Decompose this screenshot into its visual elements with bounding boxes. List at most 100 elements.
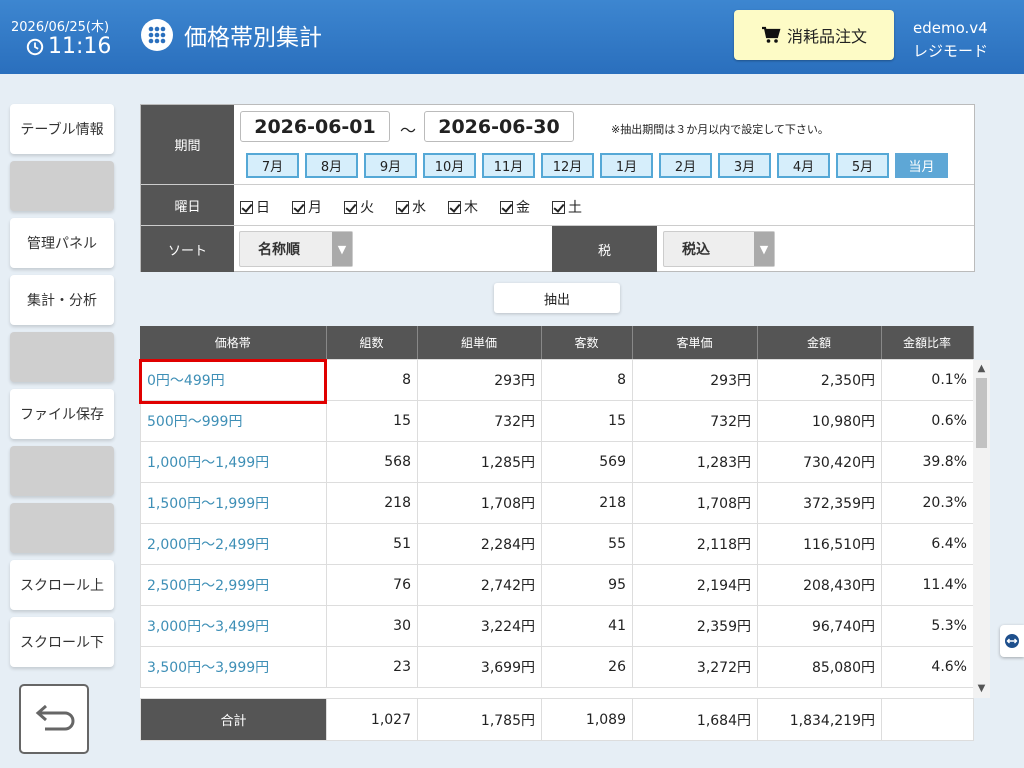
total-row: 合計 1,027 1,785円 1,089 1,684円 1,834,219円 [140,698,974,741]
weekday-checkbox-thu[interactable]: 木 [448,197,478,217]
checkbox-icon [552,200,565,214]
chevron-down-icon[interactable]: ▼ [973,682,990,696]
table-scrollbar[interactable]: ▲ ▼ [973,360,990,698]
order-supplies-button[interactable]: 消耗品注文 [734,10,894,60]
current-time: 11:16 [26,34,111,59]
month-button-current[interactable]: 当月 [895,153,948,178]
sidebar-item-blank-1 [10,161,114,211]
col-header-groups: 組数 [326,326,418,359]
month-button-11[interactable]: 11月 [482,153,535,178]
sort-value: 名称順 [258,242,300,258]
month-button-4[interactable]: 4月 [777,153,830,178]
weekday-checkbox-mon[interactable]: 月 [292,197,322,217]
start-date-field[interactable]: 2026-06-01 [240,111,390,142]
cell-customers: 95 [541,564,633,606]
price-band-link[interactable]: 1,500円～1,999円 [140,482,327,524]
cell-customers: 8 [541,359,633,401]
month-button-3[interactable]: 3月 [718,153,771,178]
cell-customer-unit-price: 1,708円 [632,482,758,524]
cell-customer-unit-price: 293円 [632,359,758,401]
total-label: 合計 [140,698,327,741]
month-button-12[interactable]: 12月 [541,153,594,178]
cell-customers: 26 [541,646,633,688]
cell-groups: 51 [326,523,418,565]
col-header-price-band: 価格帯 [140,326,327,359]
total-groups: 1,027 [326,698,418,741]
col-header-amount-ratio: 金額比率 [881,326,974,359]
filter-panel: 期間 2026-06-01 ～ 2026-06-30 ※抽出期間は３か月以内で設… [140,104,975,272]
cell-group-unit-price: 3,224円 [417,605,542,647]
cell-amount-ratio: 39.8% [881,441,973,483]
month-button-1[interactable]: 1月 [600,153,653,178]
weekday-text: 木 [464,200,478,216]
cell-group-unit-price: 2,284円 [417,523,542,565]
side-tab-button[interactable] [1000,625,1024,657]
chevron-up-icon[interactable]: ▲ [973,362,990,376]
cart-icon [761,26,781,43]
current-date: 2026/06/25(木) [11,20,110,35]
month-button-2[interactable]: 2月 [659,153,712,178]
sidebar-item-analysis[interactable]: 集計・分析 [10,275,114,325]
cell-amount: 85,080円 [757,646,882,688]
return-arrow-icon [35,704,75,731]
table-row: 0円～499円 8 293円 8 293円 2,350円 0.1% [140,359,973,401]
cell-group-unit-price: 3,699円 [417,646,542,688]
sort-select[interactable]: 名称順 ▼ [239,231,353,267]
month-button-9[interactable]: 9月 [364,153,417,178]
price-band-link[interactable]: 500円～999円 [140,400,327,442]
cell-customers: 218 [541,482,633,524]
tax-select[interactable]: 税込 ▼ [663,231,775,267]
back-button[interactable] [19,684,89,754]
cell-groups: 568 [326,441,418,483]
sidebar-item-blank-4 [10,503,114,553]
weekday-checkbox-sun[interactable]: 日 [240,197,270,217]
cell-customers: 55 [541,523,633,565]
cell-customers: 569 [541,441,633,483]
sidebar-item-table-info[interactable]: テーブル情報 [10,104,114,154]
mode-label: レジモード [913,42,989,60]
price-band-link[interactable]: 3,000円～3,499円 [140,605,327,647]
weekday-checkbox-wed[interactable]: 水 [396,197,426,217]
sidebar-item-file-save[interactable]: ファイル保存 [10,389,114,439]
cell-amount-ratio: 5.3% [881,605,973,647]
cell-groups: 76 [326,564,418,606]
cell-groups: 30 [326,605,418,647]
table-row: 2,500円～2,999円 76 2,742円 95 2,194円 208,43… [140,564,973,606]
month-button-8[interactable]: 8月 [305,153,358,178]
extract-button[interactable]: 抽出 [494,283,620,313]
month-button-10[interactable]: 10月 [423,153,476,178]
table-row: 1,000円～1,499円 568 1,285円 569 1,283円 730,… [140,441,973,483]
month-button-5[interactable]: 5月 [836,153,889,178]
sidebar-item-scroll-up[interactable]: スクロール上 [10,560,114,610]
weekday-text: 日 [256,200,270,216]
weekday-checkbox-sat[interactable]: 土 [552,197,582,217]
weekday-text: 月 [308,200,322,216]
price-band-link[interactable]: 2,000円～2,499円 [140,523,327,565]
cell-customer-unit-price: 3,272円 [632,646,758,688]
price-band-link[interactable]: 1,000円～1,499円 [140,441,327,483]
cell-amount-ratio: 0.1% [881,359,973,401]
month-button-7[interactable]: 7月 [246,153,299,178]
table-body-scroll[interactable]: 0円～499円 8 293円 8 293円 2,350円 0.1% 500円～9… [140,359,973,699]
summary-table: 価格帯 組数 組単価 客数 客単価 金額 金額比率 0円～499円 8 293円 [140,326,974,741]
cell-customer-unit-price: 732円 [632,400,758,442]
time-text: 11:16 [48,34,112,59]
sidebar-item-admin-panel[interactable]: 管理パネル [10,218,114,268]
order-supplies-label: 消耗品注文 [786,27,867,46]
cell-group-unit-price: 2,742円 [417,564,542,606]
total-amount: 1,834,219円 [757,698,882,741]
price-band-link[interactable]: 2,500円～2,999円 [140,564,327,606]
end-date-field[interactable]: 2026-06-30 [424,111,574,142]
table-row: 3,500円～3,999円 23 3,699円 26 3,272円 85,080… [140,646,973,688]
cell-groups: 218 [326,482,418,524]
sidebar-item-scroll-down[interactable]: スクロール下 [10,617,114,667]
weekday-checkbox-tue[interactable]: 火 [344,197,374,217]
scroll-thumb[interactable] [976,378,987,448]
cell-customer-unit-price: 2,118円 [632,523,758,565]
price-band-link[interactable]: 0円～499円 [140,359,327,401]
period-note: ※抽出期間は３か月以内で設定して下さい。 [611,123,829,136]
price-band-link[interactable]: 3,500円～3,999円 [140,646,327,688]
weekday-checkbox-fri[interactable]: 金 [500,197,530,217]
table-row: 500円～999円 15 732円 15 732円 10,980円 0.6% [140,400,973,442]
cell-groups: 8 [326,359,418,401]
